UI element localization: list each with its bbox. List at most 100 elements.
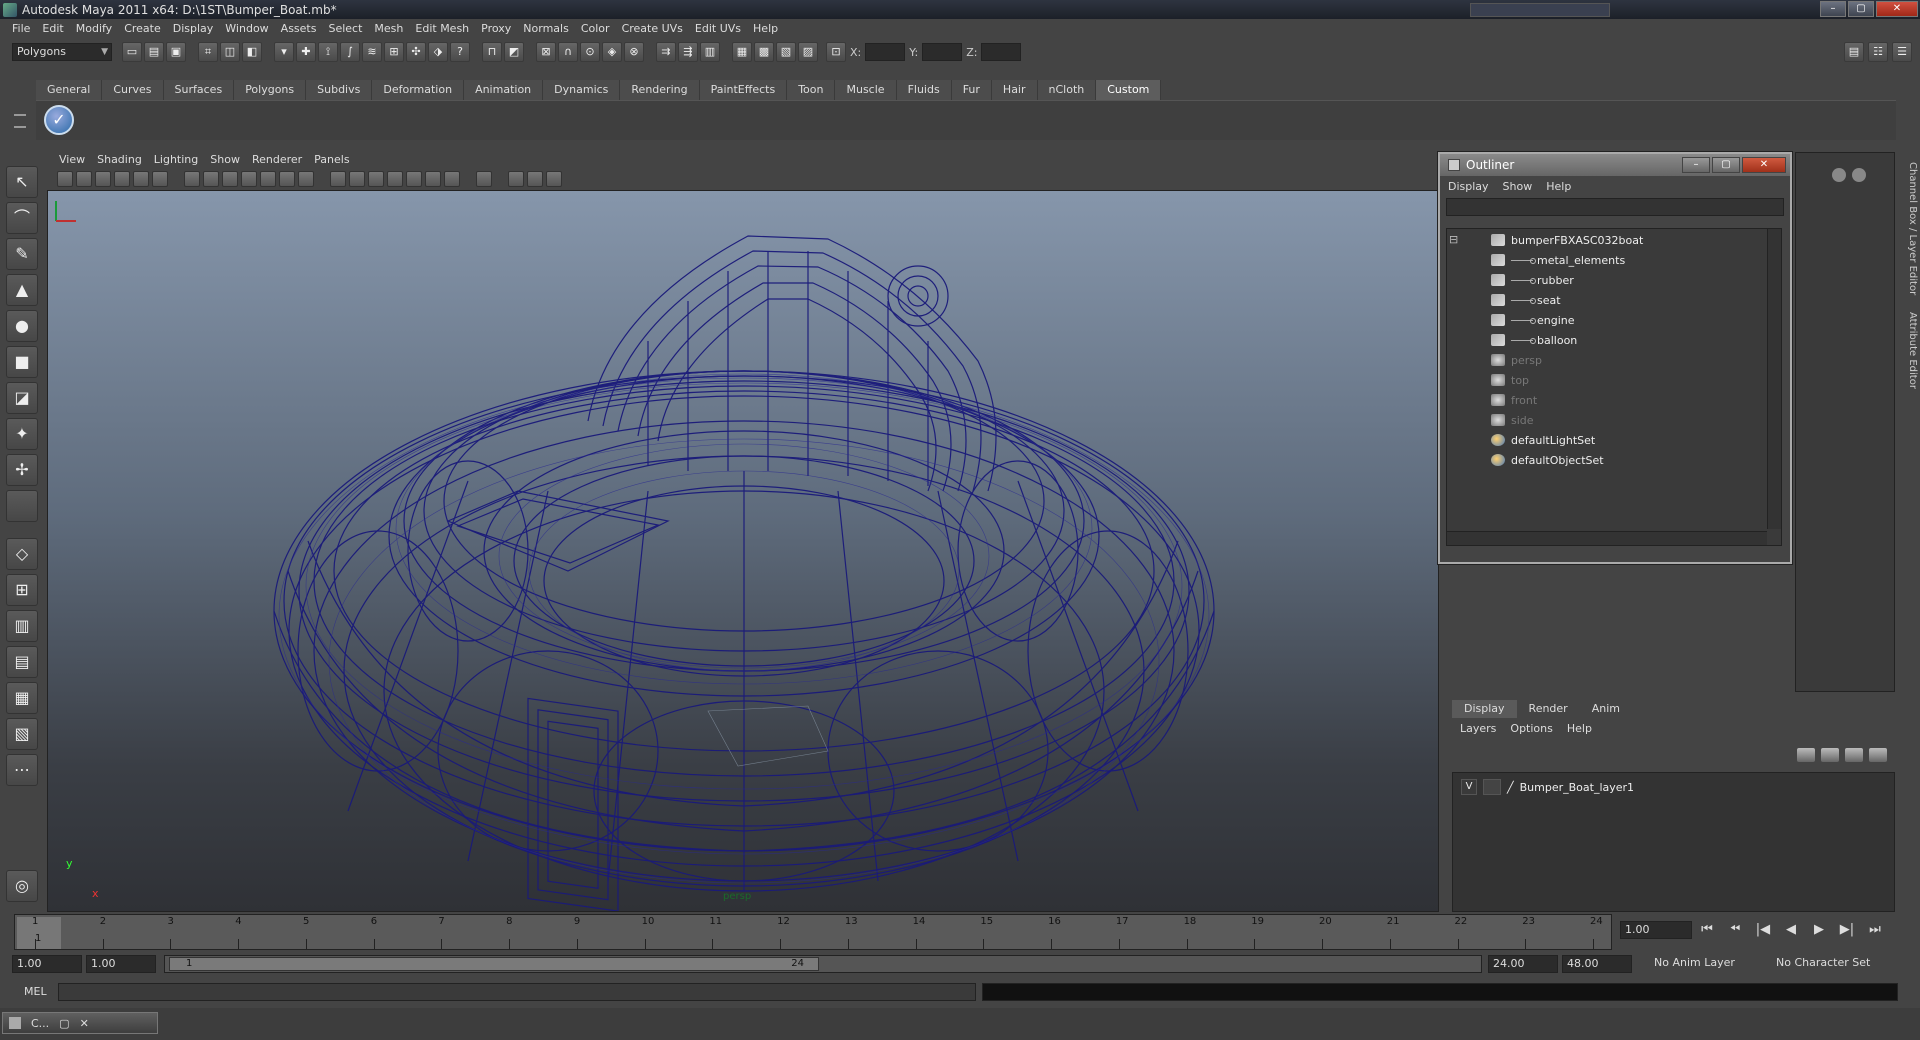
select-component-icon[interactable]: ◧ (242, 42, 262, 62)
layer-row[interactable]: V ╱ Bumper_Boat_layer1 (1461, 779, 1634, 795)
anim-layer-dropdown[interactable]: No Anim Layer (1650, 955, 1758, 973)
script-language-label[interactable]: MEL (24, 985, 47, 998)
range-bar[interactable]: 1 24 (164, 955, 1482, 973)
layer-display-type-toggle[interactable] (1483, 779, 1501, 795)
snap-grid-icon[interactable]: ⊠ (536, 42, 556, 62)
construction-history-icon[interactable]: ▥ (700, 42, 720, 62)
history-output-icon[interactable]: ⇶ (678, 42, 698, 62)
menu-edit[interactable]: Edit (36, 22, 69, 35)
more-layouts-icon[interactable]: ⋯ (6, 754, 38, 786)
outliner-item[interactable]: top (1491, 371, 1529, 389)
outliner-horizontal-scrollbar[interactable] (1447, 531, 1767, 545)
smooth-shade-icon[interactable] (349, 171, 365, 187)
paint-select-tool-icon[interactable]: ✎ (6, 238, 38, 270)
textured-icon[interactable] (387, 171, 403, 187)
select-hierarchy-icon[interactable]: ⌗ (198, 42, 218, 62)
toggle-tool-settings-icon[interactable]: ☷ (1868, 42, 1888, 62)
wireframe-on-shaded-icon[interactable] (368, 171, 384, 187)
menu-mesh[interactable]: Mesh (368, 22, 409, 35)
menu-file[interactable]: File (6, 22, 36, 35)
outliner-item[interactable]: defaultObjectSet (1491, 451, 1604, 469)
shadows-icon[interactable] (425, 171, 441, 187)
outliner-maximize-button[interactable]: ▢ (1712, 157, 1740, 173)
hypershade-layout-icon[interactable]: ▦ (6, 682, 38, 714)
playback-end-field[interactable]: 24.00 (1488, 955, 1558, 973)
bookmark-icon[interactable] (95, 171, 111, 187)
toggle-channel-box-icon[interactable]: ☰ (1892, 42, 1912, 62)
persp-graph-hypergraph-layout-icon[interactable]: ▧ (6, 718, 38, 750)
select-misc-icon[interactable]: ? (450, 42, 470, 62)
new-layer-from-selection-icon[interactable] (1869, 748, 1887, 762)
go-to-start-button[interactable]: ⏮ (1698, 922, 1716, 937)
perspective-viewport[interactable]: y x persp (47, 190, 1439, 912)
history-input-icon[interactable]: ⇉ (656, 42, 676, 62)
outliner-menu-display[interactable]: Display (1448, 180, 1489, 193)
menu-normals[interactable]: Normals (517, 22, 575, 35)
outliner-item[interactable]: seat (1491, 291, 1561, 309)
tab-display-layers[interactable]: Display (1452, 700, 1517, 718)
channel-box-pin-icon[interactable] (1852, 168, 1866, 182)
move-layer-up-icon[interactable] (1797, 748, 1815, 762)
outliner-menu-show[interactable]: Show (1503, 180, 1533, 193)
toolbox-toggle-icon[interactable]: ◎ (6, 870, 38, 902)
last-tool-icon[interactable] (6, 490, 38, 522)
resolution-gate-icon[interactable] (222, 171, 238, 187)
select-tool-icon[interactable]: ↖ (6, 166, 38, 198)
persp-outliner-layout-icon[interactable]: ▥ (6, 610, 38, 642)
character-set-dropdown[interactable]: No Character Set (1772, 955, 1892, 973)
menu-display[interactable]: Display (167, 22, 220, 35)
close-icon[interactable]: ✕ (80, 1017, 89, 1030)
outliner-close-button[interactable]: ✕ (1742, 157, 1786, 173)
high-quality-icon[interactable] (444, 171, 460, 187)
universal-manipulator-icon[interactable]: ◪ (6, 382, 38, 414)
isolate-select-icon[interactable] (476, 171, 492, 187)
save-scene-icon[interactable]: ▣ (166, 42, 186, 62)
restore-icon[interactable]: ▢ (59, 1017, 69, 1030)
select-surfaces-icon[interactable]: ≋ (362, 42, 382, 62)
menu-set-dropdown[interactable]: Polygons ▼ (12, 43, 112, 61)
viewport-menu-lighting[interactable]: Lighting (148, 153, 204, 166)
four-pane-layout-icon[interactable]: ⊞ (6, 574, 38, 606)
tab-attribute-editor[interactable]: Attribute Editor (1902, 312, 1918, 389)
playback-start-field[interactable]: 1.00 (86, 955, 156, 973)
rotate-tool-icon[interactable]: ● (6, 310, 38, 342)
viewport-menu-shading[interactable]: Shading (91, 153, 148, 166)
tab-fluids[interactable]: Fluids (896, 80, 952, 100)
render-current-icon[interactable]: ▩ (754, 42, 774, 62)
viewport-menu-renderer[interactable]: Renderer (246, 153, 308, 166)
menu-select[interactable]: Select (322, 22, 368, 35)
outliner-item[interactable]: rubber (1491, 271, 1574, 289)
tab-polygons[interactable]: Polygons (234, 80, 307, 100)
viewport-menu-panels[interactable]: Panels (308, 153, 355, 166)
tab-toon[interactable]: Toon (787, 80, 836, 100)
menu-help[interactable]: Help (747, 22, 784, 35)
layer-menu-help[interactable]: Help (1567, 722, 1592, 735)
current-time-marker[interactable]: 1 (17, 917, 61, 949)
tab-general[interactable]: General (36, 80, 103, 100)
snap-view-plane-icon[interactable]: ◈ (602, 42, 622, 62)
lock-selection-icon[interactable]: ⊓ (482, 42, 502, 62)
layer-visibility-toggle[interactable]: V (1461, 779, 1477, 795)
end-time-field[interactable]: 48.00 (1562, 955, 1632, 973)
outliner-item[interactable]: defaultLightSet (1491, 431, 1595, 449)
layer-menu-options[interactable]: Options (1510, 722, 1552, 735)
step-back-frame-button[interactable]: |◀ (1754, 922, 1772, 937)
menu-assets[interactable]: Assets (275, 22, 323, 35)
select-camera-icon[interactable] (57, 171, 73, 187)
outliner-item[interactable]: bumperFBXASC032boat (1491, 231, 1643, 249)
select-object-icon[interactable]: ◫ (220, 42, 240, 62)
soft-modification-icon[interactable]: ✦ (6, 418, 38, 450)
tab-anim-layers[interactable]: Anim (1579, 700, 1632, 718)
y-field[interactable] (922, 43, 963, 61)
tab-custom[interactable]: Custom (1096, 80, 1162, 100)
xray-components-icon[interactable] (546, 171, 562, 187)
camera-attributes-icon[interactable] (76, 171, 92, 187)
image-plane-icon[interactable] (114, 171, 130, 187)
tab-animation[interactable]: Animation (464, 80, 544, 100)
two-d-pan-zoom-icon[interactable] (133, 171, 149, 187)
wireframe-icon[interactable] (330, 171, 346, 187)
checkmark-shelf-icon[interactable]: ✓ (44, 105, 74, 135)
time-slider[interactable]: 1 1 2 3 4 5 6 7 8 9 10 11 12 13 14 15 16 17 18 19 20 21 22 23 2… (14, 914, 1612, 950)
tab-deformation[interactable]: Deformation (372, 80, 465, 100)
z-field[interactable] (981, 43, 1022, 61)
